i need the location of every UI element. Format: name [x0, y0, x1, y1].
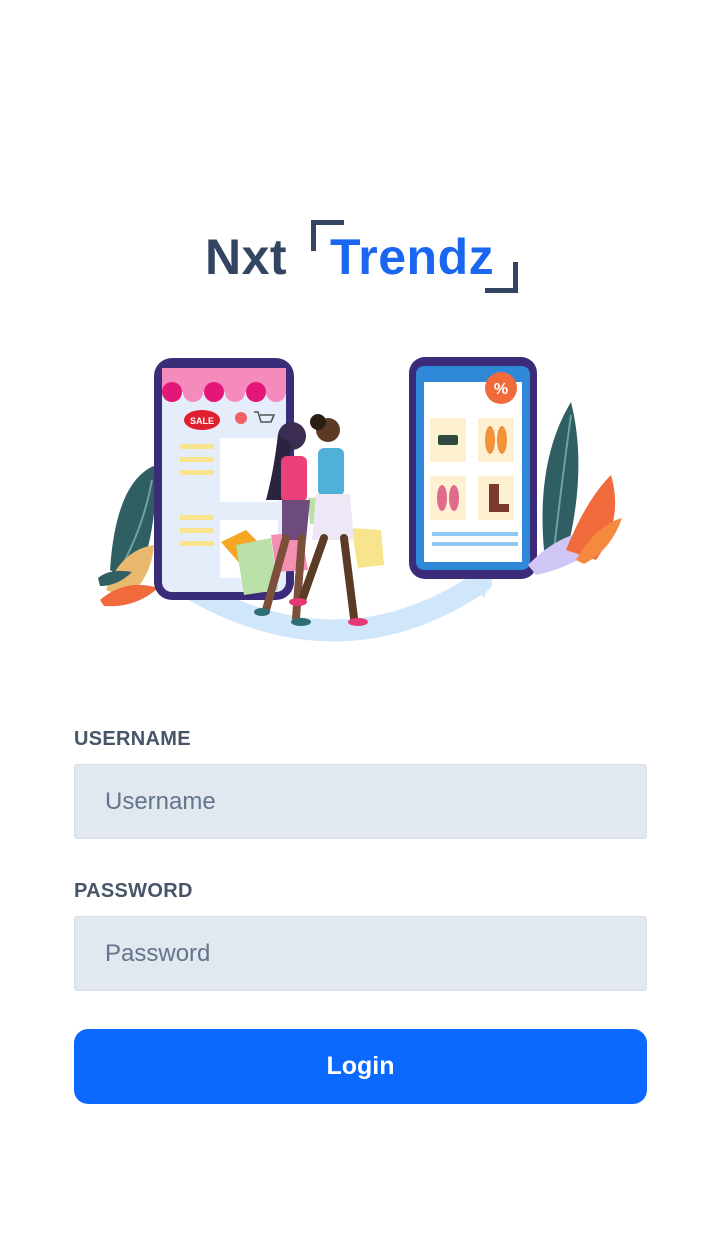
brand-logo: Nxt Trendz [205, 218, 525, 294]
logo-bracket-bottom-right [485, 262, 518, 293]
login-button[interactable]: Login [74, 1029, 647, 1104]
right-phone: % [409, 357, 537, 579]
password-label: PASSWORD [74, 880, 193, 902]
username-input[interactable] [74, 764, 647, 839]
logo-text-nxt: Nxt [205, 229, 288, 285]
username-label: USERNAME [74, 728, 191, 750]
shopping-illustration: SALE % [98, 357, 622, 642]
sale-badge: SALE [190, 416, 214, 426]
discount-badge: % [494, 381, 508, 398]
password-input[interactable] [74, 916, 647, 991]
logo-text-trendz: Trendz [330, 229, 495, 285]
